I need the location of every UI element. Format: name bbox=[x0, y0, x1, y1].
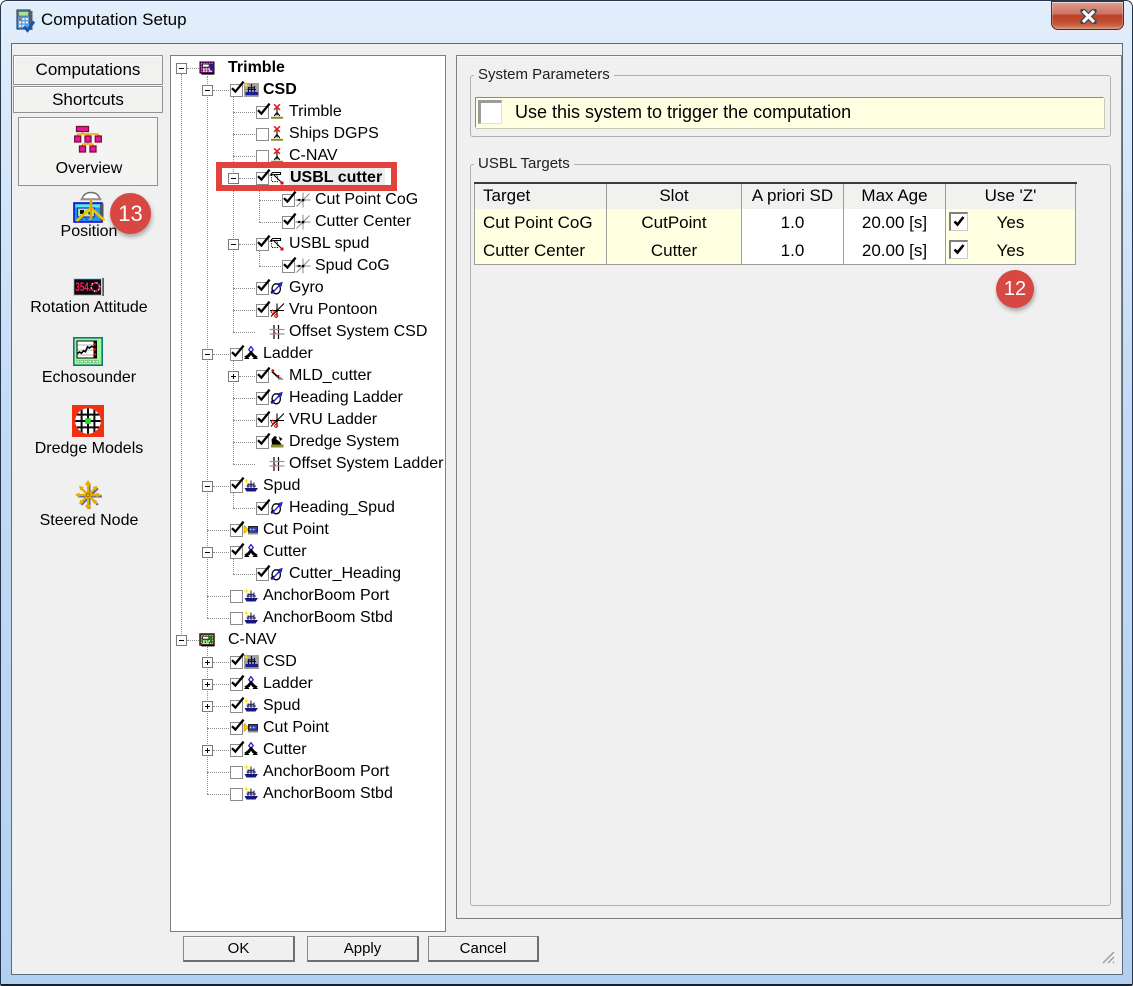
svg-text:354.: 354. bbox=[75, 282, 91, 294]
